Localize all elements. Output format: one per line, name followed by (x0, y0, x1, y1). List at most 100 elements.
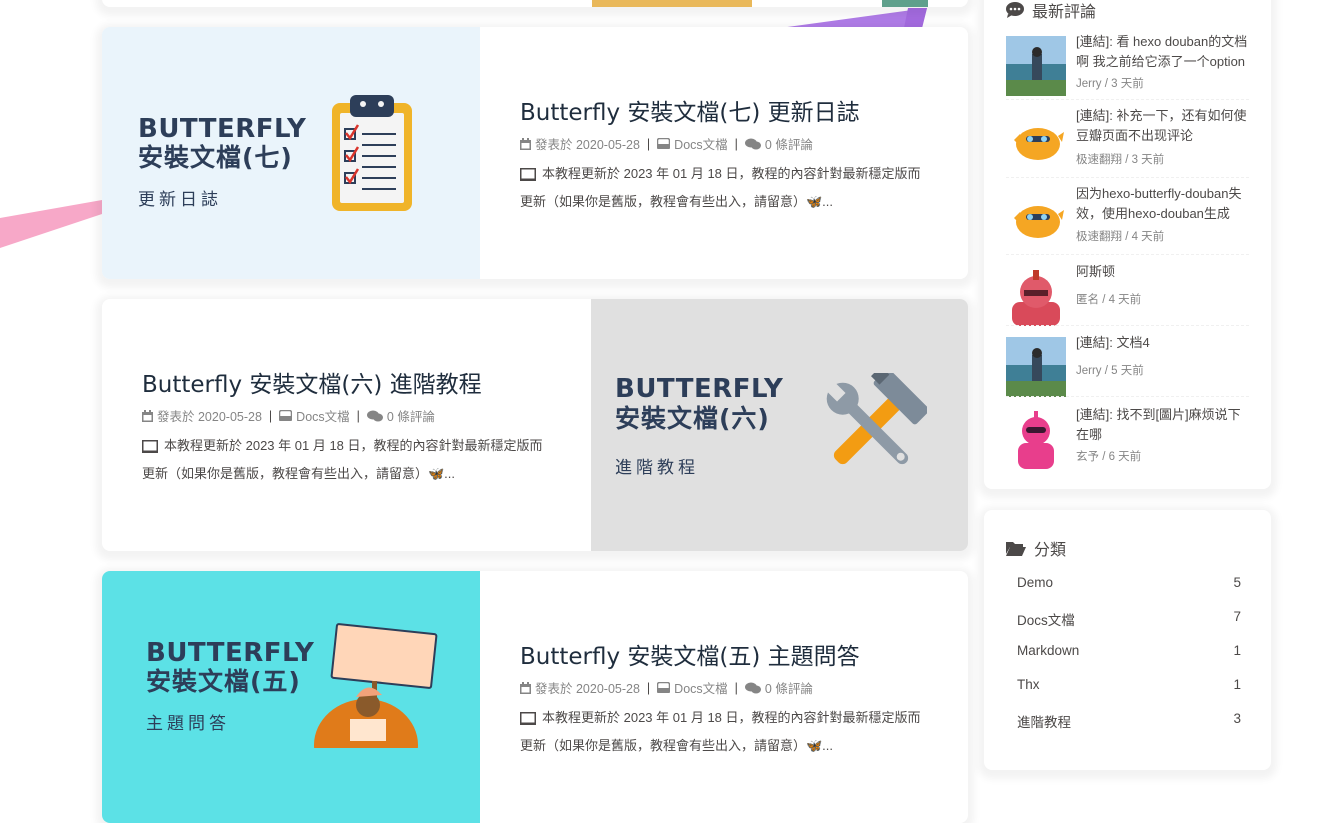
comment-dots-icon (1006, 2, 1024, 18)
category-count: 1 (1233, 643, 1241, 658)
comment-item[interactable]: 因为hexo-butterfly-douban失效，使用hexo-douban生… (1006, 184, 1249, 252)
clipboard-icon (332, 95, 412, 211)
comment-item[interactable]: [連結]: 看 hexo douban的文档啊 我之前给它添了一个option … (1006, 32, 1249, 100)
comment-item[interactable]: [連結]: 文档4 Jerry / 5 天前 (1006, 333, 1249, 401)
divider (1006, 396, 1249, 397)
post-card[interactable]: BUTTERFLY 安裝文檔(五) 主題問答 Butterfly 安裝文檔(五)… (102, 571, 968, 823)
category-item[interactable]: Demo 5 (1006, 569, 1249, 599)
post-title[interactable]: Butterfly 安裝文檔(六) 進階教程 (142, 365, 482, 399)
post-excerpt: 本教程更新於 2023 年 01 月 18 日，教程的內容針對最新穩定版而更新（… (142, 438, 543, 481)
comments-icon (744, 138, 761, 149)
comments-icon (366, 410, 383, 421)
category-name: Docs文檔 (1017, 613, 1075, 628)
post-cover[interactable]: BUTTERFLY 安裝文檔(五) 主題問答 (102, 571, 480, 823)
cover-title: BUTTERFLY (146, 638, 315, 668)
category-name: Markdown (1017, 643, 1080, 658)
category-item[interactable]: Markdown 1 (1006, 637, 1249, 667)
post-title[interactable]: Butterfly 安裝文檔(七) 更新日誌 (520, 93, 860, 127)
recent-comments-card: 最新評論 [連結]: 看 hexo douban的文档啊 我之前给它添了一个op… (984, 0, 1271, 489)
comment-text[interactable]: 阿斯顿 (1076, 262, 1251, 282)
categories-card: 分類 Demo 5 Docs文檔 7 Markdown 1 Thx 1 進階教程… (984, 510, 1271, 770)
avatar[interactable] (1006, 110, 1066, 170)
category-name: 進階教程 (1017, 715, 1071, 730)
post-category[interactable]: Docs文檔 (674, 678, 727, 697)
comment-author: 极速翻翔 / 4 天前 (1076, 231, 1165, 243)
comments-icon (744, 682, 761, 693)
post-date: 發表於 2020-05-28 (157, 410, 262, 424)
divider (1006, 325, 1249, 326)
post-comments[interactable]: 0 條評論 (765, 678, 813, 697)
post-category[interactable]: Docs文檔 (674, 134, 727, 153)
comment-author: 玄予 / 6 天前 (1076, 451, 1142, 463)
tools-icon (825, 373, 927, 465)
inbox-icon (279, 410, 293, 421)
comment-author: Jerry / 5 天前 (1076, 365, 1144, 377)
avatar[interactable] (1006, 36, 1066, 96)
category-name: Thx (1017, 677, 1040, 692)
cover-subtitle: 安裝文檔(七) (138, 143, 293, 172)
post-info: Butterfly 安裝文檔(五) 主題問答 發表於 2020-05-28 | … (480, 571, 921, 823)
cover-caption: 主題問答 (146, 714, 230, 734)
cover-subtitle: 安裝文檔(五) (146, 667, 301, 696)
comment-item[interactable]: 阿斯顿 匿名 / 4 天前 (1006, 262, 1249, 330)
cover-caption: 更新日誌 (138, 190, 222, 210)
divider (1006, 254, 1249, 255)
avatar[interactable] (1006, 337, 1066, 397)
post-comments[interactable]: 0 條評論 (387, 406, 435, 425)
post-card[interactable]: BUTTERFLY 安裝文檔(七) 更新日誌 Butterfly 安裝文檔(七)… (102, 27, 968, 279)
cover-subtitle: 安裝文檔(六) (615, 404, 770, 433)
protest-sign-illustration (314, 623, 438, 748)
category-item[interactable]: 進階教程 3 (1006, 705, 1249, 735)
folder-open-icon (1006, 541, 1026, 556)
calendar-icon (520, 137, 531, 150)
cover-title: BUTTERFLY (615, 374, 784, 404)
comment-author: 匿名 / 4 天前 (1076, 294, 1142, 306)
comment-text[interactable]: [連結]: 补充一下，还有如何使豆瓣页面不出现评论 (1076, 106, 1251, 146)
post-info: Butterfly 安裝文檔(七) 更新日誌 發表於 2020-05-28 | … (480, 27, 921, 279)
category-count: 1 (1233, 677, 1241, 692)
category-count: 3 (1233, 711, 1241, 726)
comment-item[interactable]: [連結]: 找不到[圖片]麻烦说下在哪 玄予 / 6 天前 (1006, 405, 1249, 473)
divider (1006, 99, 1249, 100)
category-item[interactable]: Thx 1 (1006, 671, 1249, 701)
post-title[interactable]: Butterfly 安裝文檔(五) 主題問答 (520, 637, 860, 671)
comment-text[interactable]: [連結]: 看 hexo douban的文档啊 我之前给它添了一个option (1076, 32, 1251, 72)
category-count: 7 (1233, 609, 1241, 624)
calendar-icon (520, 681, 531, 694)
inbox-icon (657, 682, 671, 693)
comment-text[interactable]: [連結]: 找不到[圖片]麻烦说下在哪 (1076, 405, 1251, 445)
comment-author: 极速翻翔 / 3 天前 (1076, 154, 1165, 166)
post-cover[interactable]: BUTTERFLY 安裝文檔(六) 進階教程 (591, 299, 968, 551)
divider (1006, 177, 1249, 178)
post-excerpt: 本教程更新於 2023 年 01 月 18 日，教程的內容針對最新穩定版而更新（… (520, 710, 921, 753)
post-date: 發表於 2020-05-28 (535, 138, 640, 152)
avatar[interactable] (1006, 188, 1066, 248)
avatar[interactable] (1006, 266, 1066, 326)
post-meta: 發表於 2020-05-28 | Docs文檔 | 0 條評論 (142, 406, 435, 425)
post-cover[interactable]: BUTTERFLY 安裝文檔(七) 更新日誌 (102, 27, 480, 279)
category-count: 5 (1233, 575, 1241, 590)
comment-item[interactable]: [連結]: 补充一下，还有如何使豆瓣页面不出现评论 极速翻翔 / 3 天前 (1006, 106, 1249, 174)
categories-title: 分類 (1034, 542, 1067, 559)
category-name: Demo (1017, 575, 1054, 590)
post-date: 發表於 2020-05-28 (535, 682, 640, 696)
calendar-icon (142, 409, 153, 422)
comment-text[interactable]: [連結]: 文档4 (1076, 333, 1251, 353)
comment-text[interactable]: 因为hexo-butterfly-douban失效，使用hexo-douban生… (1076, 184, 1251, 224)
post-meta: 發表於 2020-05-28 | Docs文檔 | 0 條評論 (520, 134, 813, 153)
post-excerpt: 本教程更新於 2023 年 01 月 18 日，教程的內容針對最新穩定版而更新（… (520, 166, 921, 209)
post-meta: 發表於 2020-05-28 | Docs文檔 | 0 條評論 (520, 678, 813, 697)
post-card-partial (102, 0, 968, 7)
cover-title: BUTTERFLY (138, 114, 307, 144)
post-category[interactable]: Docs文檔 (296, 406, 349, 425)
avatar[interactable] (1006, 409, 1066, 469)
cover-caption: 進階教程 (615, 458, 699, 478)
comment-author: Jerry / 3 天前 (1076, 78, 1144, 90)
post-comments[interactable]: 0 條評論 (765, 134, 813, 153)
recent-comments-title: 最新評論 (1032, 4, 1097, 21)
book-icon (520, 168, 536, 182)
post-info: Butterfly 安裝文檔(六) 進階教程 發表於 2020-05-28 | … (102, 299, 543, 551)
post-card[interactable]: Butterfly 安裝文檔(六) 進階教程 發表於 2020-05-28 | … (102, 299, 968, 551)
category-item[interactable]: Docs文檔 7 (1006, 603, 1249, 633)
book-icon (142, 440, 158, 454)
